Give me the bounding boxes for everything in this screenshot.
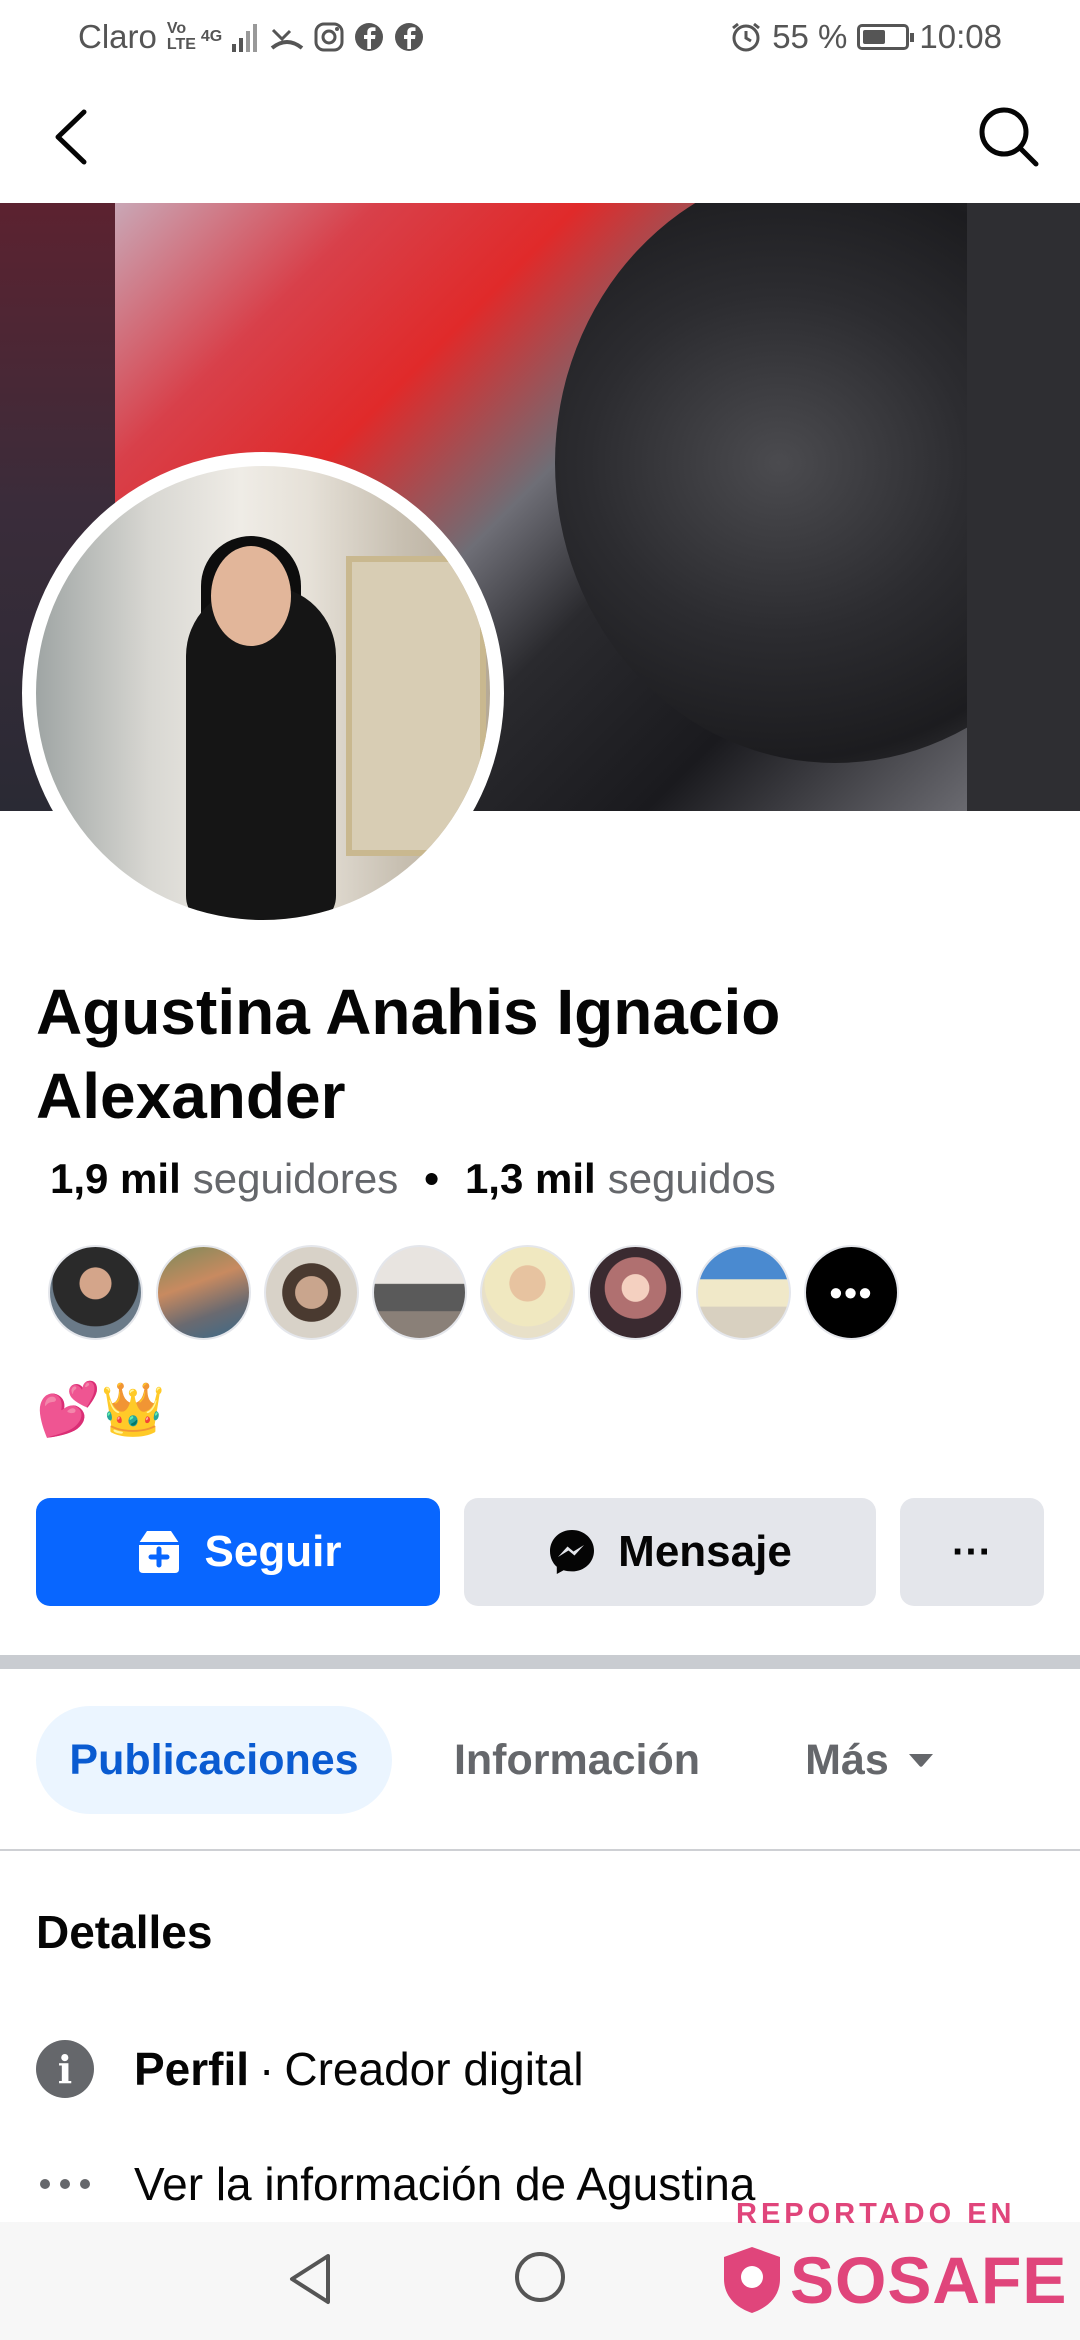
view-info-label: Ver la información de Agustina: [134, 2158, 756, 2210]
search-icon: [979, 107, 1039, 167]
info-icon: i: [36, 2040, 94, 2098]
messenger-icon: [550, 1530, 595, 1574]
follow-icon: [138, 1531, 179, 1573]
followers-label[interactable]: seguidores: [193, 1155, 398, 1203]
detail-profile-value: Creador digital: [284, 2043, 584, 2095]
more-followers-dots: •••: [829, 1271, 874, 1313]
follower-avatar[interactable]: [48, 1245, 143, 1340]
detail-profile-row: i Perfil · Creador digital: [36, 2040, 584, 2098]
message-label: Mensaje: [618, 1527, 792, 1576]
more-options-button[interactable]: ···: [900, 1498, 1044, 1606]
search-button[interactable]: [974, 102, 1044, 172]
sosafe-watermark: REPORTADO EN SOSAFE: [720, 2198, 1066, 2338]
back-button[interactable]: [44, 102, 104, 172]
followers-count[interactable]: 1,9 mil: [50, 1155, 181, 1203]
facebook-icon: [355, 23, 384, 51]
mutual-followers: •••: [48, 1245, 899, 1340]
details-title: Detalles: [36, 1906, 213, 1958]
more-horizontal-icon: [36, 2155, 94, 2213]
alarm-icon: [732, 22, 761, 52]
tab-label: Información: [453, 1735, 701, 1784]
instagram-icon: [314, 22, 344, 52]
tab-label: Publicaciones: [69, 1735, 359, 1784]
more-options-dots: ···: [952, 1529, 992, 1574]
profile-name: Agustina Anahis Ignacio Alexander: [36, 976, 781, 1132]
status-left: Claro Vo LTE 4G: [78, 18, 424, 56]
network-type: 4G: [200, 28, 223, 45]
watermark-caption: REPORTADO EN: [736, 2198, 1016, 2230]
section-divider: [0, 1655, 1080, 1669]
watermark-brand: SOSAFE: [720, 2242, 1067, 2318]
system-home-button[interactable]: [515, 2252, 565, 2302]
missed-call-icon: [270, 28, 304, 50]
avatar-mirror-shape: [346, 556, 486, 856]
profile-avatar[interactable]: [36, 466, 490, 920]
follow-button[interactable]: Seguir: [36, 1498, 440, 1606]
sosafe-shield-icon: [724, 2247, 780, 2313]
watermark-brand-text: SOSAFE: [790, 2243, 1068, 2317]
view-info-row[interactable]: Ver la información de Agustina: [36, 2155, 755, 2213]
follow-label: Seguir: [204, 1527, 342, 1576]
top-nav: [0, 72, 1080, 202]
stats-separator: •: [424, 1155, 439, 1202]
tab-mas[interactable]: Más: [780, 1706, 960, 1814]
follower-avatar[interactable]: [372, 1245, 467, 1340]
detail-separator: ·: [259, 2043, 275, 2095]
profile-bio: 💕👑: [36, 1381, 166, 1439]
avatar-head-shape: [211, 546, 291, 646]
triangle-back-icon: [290, 2254, 330, 2304]
info-icon-wrap: i: [36, 2040, 94, 2098]
tab-publicaciones[interactable]: Publicaciones: [36, 1706, 392, 1814]
battery-percent: 55 %: [772, 18, 848, 55]
tab-label: Más: [805, 1735, 889, 1784]
profile-stats: 1,9 mil seguidores • 1,3 mil seguidos: [50, 1155, 776, 1203]
profile-tabs: Publicaciones Información Más: [0, 1670, 1080, 1850]
more-followers-button[interactable]: •••: [804, 1245, 899, 1340]
tab-informacion[interactable]: Información: [432, 1706, 722, 1814]
carrier-name: Claro: [78, 18, 157, 55]
tabs-divider: [0, 1849, 1080, 1851]
follower-avatar[interactable]: [480, 1245, 575, 1340]
facebook-icon: [395, 23, 424, 51]
back-arrow-icon: [55, 109, 87, 165]
follower-avatar[interactable]: [156, 1245, 251, 1340]
status-bar: Claro Vo LTE 4G 55 % 10:08: [0, 0, 1080, 72]
signal-icon: [232, 24, 258, 52]
follower-avatar[interactable]: [696, 1245, 791, 1340]
detail-profile-label: Perfil: [134, 2043, 250, 2095]
caret-down-icon: [908, 1754, 933, 1767]
battery-icon: [857, 24, 915, 50]
follower-avatar[interactable]: [588, 1245, 683, 1340]
system-back-button[interactable]: [286, 2252, 334, 2311]
following-count[interactable]: 1,3 mil: [465, 1155, 596, 1203]
following-label[interactable]: seguidos: [608, 1155, 776, 1203]
status-right: 55 % 10:08: [730, 18, 1002, 56]
follower-avatar[interactable]: [264, 1245, 359, 1340]
clock: 10:08: [919, 18, 1002, 55]
volte-indicator: Vo LTE: [166, 20, 196, 53]
cover-blur-right: [967, 203, 1080, 811]
message-button[interactable]: Mensaje: [464, 1498, 876, 1606]
